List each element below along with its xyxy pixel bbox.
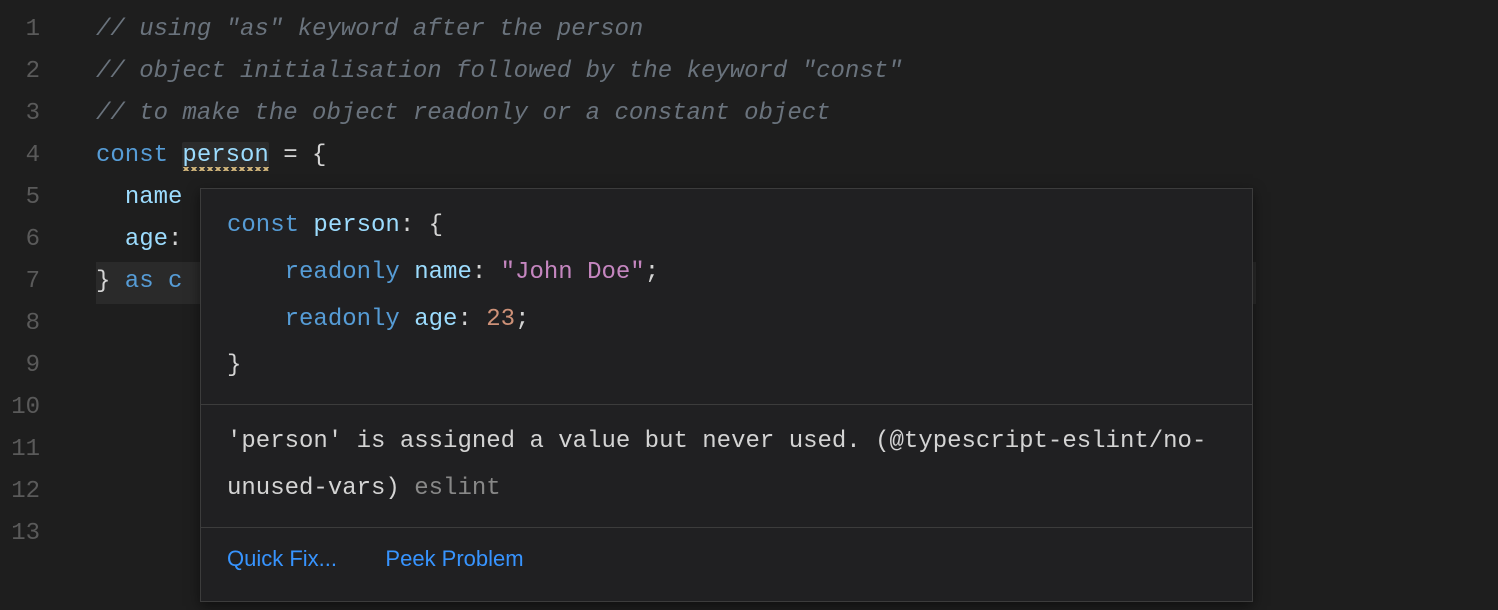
hover-problem: 'person' is assigned a value but never u… bbox=[201, 404, 1252, 527]
comment-text: // using "as" keyword after the person bbox=[96, 16, 643, 43]
modifier: readonly bbox=[285, 306, 400, 333]
line-number: 3 bbox=[0, 94, 68, 135]
comment-text: // to make the object readonly or a cons… bbox=[96, 100, 831, 127]
property: name bbox=[125, 184, 183, 211]
peek-problem-button[interactable]: Peek Problem bbox=[385, 546, 523, 571]
number-literal: 23 bbox=[486, 306, 515, 333]
hover-signature: const person: { readonly name: "John Doe… bbox=[201, 189, 1252, 404]
property: name bbox=[400, 259, 472, 286]
code-line[interactable]: 2 // object initialisation followed by t… bbox=[0, 52, 1498, 94]
code-line[interactable]: 4 const person = { bbox=[0, 136, 1498, 178]
problem-source: eslint bbox=[400, 475, 501, 502]
string-literal: "John Doe" bbox=[501, 259, 645, 286]
line-number: 8 bbox=[0, 304, 68, 345]
brace: } bbox=[96, 268, 110, 295]
property: age bbox=[125, 226, 168, 253]
code-line[interactable]: 3 // to make the object readonly or a co… bbox=[0, 94, 1498, 136]
line-number: 7 bbox=[0, 262, 68, 303]
line-number: 1 bbox=[0, 10, 68, 51]
keyword: const bbox=[96, 142, 168, 169]
identifier: person bbox=[299, 212, 400, 239]
identifier-warning[interactable]: person bbox=[182, 142, 268, 171]
line-number: 5 bbox=[0, 178, 68, 219]
line-number: 2 bbox=[0, 52, 68, 93]
line-number: 6 bbox=[0, 220, 68, 261]
keyword: as bbox=[110, 268, 168, 295]
keyword: c bbox=[168, 268, 182, 295]
code-line[interactable]: 1 // using "as" keyword after the person bbox=[0, 10, 1498, 52]
line-number: 9 bbox=[0, 346, 68, 387]
line-number: 12 bbox=[0, 472, 68, 513]
code-text: = { bbox=[269, 142, 327, 169]
modifier: readonly bbox=[285, 259, 400, 286]
hover-tooltip: const person: { readonly name: "John Doe… bbox=[200, 188, 1253, 602]
comment-text: // object initialisation followed by the… bbox=[96, 58, 903, 85]
property: age bbox=[400, 306, 458, 333]
quick-fix-button[interactable]: Quick Fix... bbox=[227, 546, 337, 571]
line-number: 4 bbox=[0, 136, 68, 177]
keyword: const bbox=[227, 212, 299, 239]
problem-message: 'person' is assigned a value but never u… bbox=[227, 428, 1206, 502]
line-number: 10 bbox=[0, 388, 68, 429]
line-number: 13 bbox=[0, 514, 68, 555]
hover-actions: Quick Fix... Peek Problem bbox=[201, 527, 1252, 601]
line-number: 11 bbox=[0, 430, 68, 471]
